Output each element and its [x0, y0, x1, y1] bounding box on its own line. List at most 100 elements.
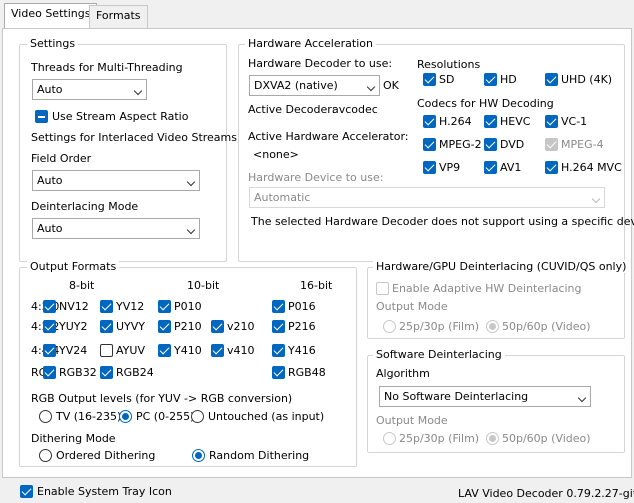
format-ayuv-label: AYUV: [116, 344, 145, 357]
format-rgb32-label: RGB32: [59, 366, 97, 379]
codec-mpeg4-checkbox[interactable]: [545, 138, 558, 151]
rgb-pc-radio[interactable]: [119, 410, 132, 423]
format-yv12-checkbox[interactable]: [100, 300, 113, 313]
algorithm-value: No Software Deinterlacing: [384, 390, 529, 403]
ordered-dithering-radio[interactable]: [39, 449, 52, 462]
settings-group-title: Settings: [27, 37, 79, 50]
format-v210-checkbox[interactable]: [211, 320, 224, 333]
field-order-combo[interactable]: Auto: [32, 170, 200, 191]
codec-mpeg2-label: MPEG-2: [439, 138, 482, 151]
field-order-label: Field Order: [31, 152, 92, 165]
format-rgb32-checkbox[interactable]: [43, 366, 56, 379]
codec-h264mvc-checkbox[interactable]: [545, 161, 558, 174]
algorithm-combo[interactable]: No Software Deinterlacing: [379, 386, 591, 407]
codec-vc1-label: VC-1: [561, 115, 588, 128]
format-rgb24-checkbox[interactable]: [100, 366, 113, 379]
header-8bit: 8-bit: [69, 279, 95, 292]
ordered-dithering-label: Ordered Dithering: [56, 449, 156, 462]
format-y416-checkbox[interactable]: [272, 344, 285, 357]
deinterlacing-mode-value: Auto: [37, 222, 63, 235]
chevron-down-icon: [186, 225, 196, 235]
stream-aspect-label: Use Stream Aspect Ratio: [52, 110, 189, 123]
format-uyvy-checkbox[interactable]: [100, 320, 113, 333]
format-yuy2-checkbox[interactable]: [43, 320, 56, 333]
codec-mpeg4-label: MPEG-4: [561, 138, 604, 151]
codec-h264mvc-label: H.264 MVC: [561, 161, 622, 174]
sw-deint-title: Software Deinterlacing: [373, 348, 505, 361]
codec-vp9-checkbox[interactable]: [423, 161, 436, 174]
hw-video-radio[interactable]: [486, 320, 499, 333]
system-tray-checkbox[interactable]: [20, 485, 33, 498]
tab-formats[interactable]: Formats: [89, 5, 148, 28]
format-rgb24-label: RGB24: [116, 366, 154, 379]
adaptive-hw-deint-checkbox[interactable]: [376, 282, 389, 295]
threads-combo[interactable]: Auto: [32, 79, 147, 100]
format-ayuv-checkbox[interactable]: [100, 344, 113, 357]
format-yv24-checkbox[interactable]: [43, 344, 56, 357]
codec-hevc-label: HEVC: [500, 115, 531, 128]
sw-film-radio[interactable]: [383, 432, 396, 445]
codec-mpeg2-checkbox[interactable]: [423, 138, 436, 151]
format-p016-checkbox[interactable]: [272, 300, 285, 313]
res-sd-checkbox[interactable]: [423, 73, 436, 86]
hw-deint-title: Hardware/GPU Deinterlacing (CUVID/QS onl…: [373, 260, 630, 273]
format-p216-checkbox[interactable]: [272, 320, 285, 333]
sw-video-radio[interactable]: [486, 432, 499, 445]
version-label: LAV Video Decoder 0.79.2.27-git: [458, 487, 634, 500]
codec-dvd-checkbox[interactable]: [484, 138, 497, 151]
header-16bit: 16-bit: [300, 279, 333, 292]
codec-vc1-checkbox[interactable]: [545, 115, 558, 128]
format-uyvy-label: UYVY: [116, 320, 146, 333]
rgb-levels-label: RGB Output levels (for YUV -> RGB conver…: [31, 392, 293, 405]
format-p010-checkbox[interactable]: [158, 300, 171, 313]
rgb-tv-label: TV (16-235): [56, 410, 122, 423]
hw-device-note: The selected Hardware Decoder does not s…: [251, 215, 634, 228]
codec-av1-checkbox[interactable]: [484, 161, 497, 174]
chevron-down-icon: [366, 82, 376, 92]
res-uhd-checkbox[interactable]: [545, 73, 558, 86]
hw-decoder-combo[interactable]: DXVA2 (native): [249, 75, 380, 96]
hw-film-radio[interactable]: [383, 320, 396, 333]
stream-aspect-checkbox[interactable]: [35, 110, 48, 123]
deinterlacing-mode-combo[interactable]: Auto: [32, 218, 200, 239]
rgb-untouched-radio[interactable]: [191, 410, 204, 423]
sw-film-label: 25p/30p (Film): [399, 432, 480, 445]
res-hd-checkbox[interactable]: [484, 73, 497, 86]
tab-video-settings[interactable]: Video Settings: [4, 3, 98, 29]
rgb-untouched-label: Untouched (as input): [208, 410, 325, 423]
video-settings-panel: Settings Threads for Multi-Threading Aut…: [2, 28, 634, 478]
codecs-label: Codecs for HW Decoding: [417, 97, 554, 110]
random-dithering-radio[interactable]: [192, 449, 205, 462]
hw-device-value: Automatic: [254, 191, 311, 204]
format-nv12-checkbox[interactable]: [43, 300, 56, 313]
format-p216-label: P216: [288, 320, 316, 333]
hw-device-combo[interactable]: Automatic: [249, 187, 605, 208]
codec-hevc-checkbox[interactable]: [484, 115, 497, 128]
format-p010-label: P010: [174, 300, 202, 313]
format-rgb48-checkbox[interactable]: [272, 366, 285, 379]
format-y410-label: Y410: [174, 344, 202, 357]
format-p210-label: P210: [174, 320, 202, 333]
res-sd-label: SD: [439, 73, 455, 86]
hw-decoder-label: Hardware Decoder to use:: [248, 57, 393, 70]
resolutions-label: Resolutions: [417, 58, 481, 71]
format-y410-checkbox[interactable]: [158, 344, 171, 357]
codec-vp9-label: VP9: [439, 161, 461, 174]
format-p210-checkbox[interactable]: [158, 320, 171, 333]
format-yv12-label: YV12: [116, 300, 145, 313]
rgb-tv-radio[interactable]: [39, 410, 52, 423]
format-rgb48-label: RGB48: [288, 366, 326, 379]
sw-output-mode-label: Output Mode: [376, 414, 448, 427]
hwaccel-group-title: Hardware Acceleration: [245, 37, 376, 50]
codec-h264-label: H.264: [439, 115, 472, 128]
format-y416-label: Y416: [288, 344, 316, 357]
hw-device-label: Hardware Device to use:: [248, 171, 384, 184]
format-yuy2-label: YUY2: [59, 320, 88, 333]
res-uhd-label: UHD (4K): [561, 73, 613, 86]
format-v410-checkbox[interactable]: [211, 344, 224, 357]
codec-h264-checkbox[interactable]: [423, 115, 436, 128]
hw-output-mode-label: Output Mode: [376, 300, 448, 313]
res-hd-label: HD: [500, 73, 517, 86]
interlaced-label: Settings for Interlaced Video Streams: [31, 131, 237, 144]
threads-value: Auto: [37, 83, 63, 96]
